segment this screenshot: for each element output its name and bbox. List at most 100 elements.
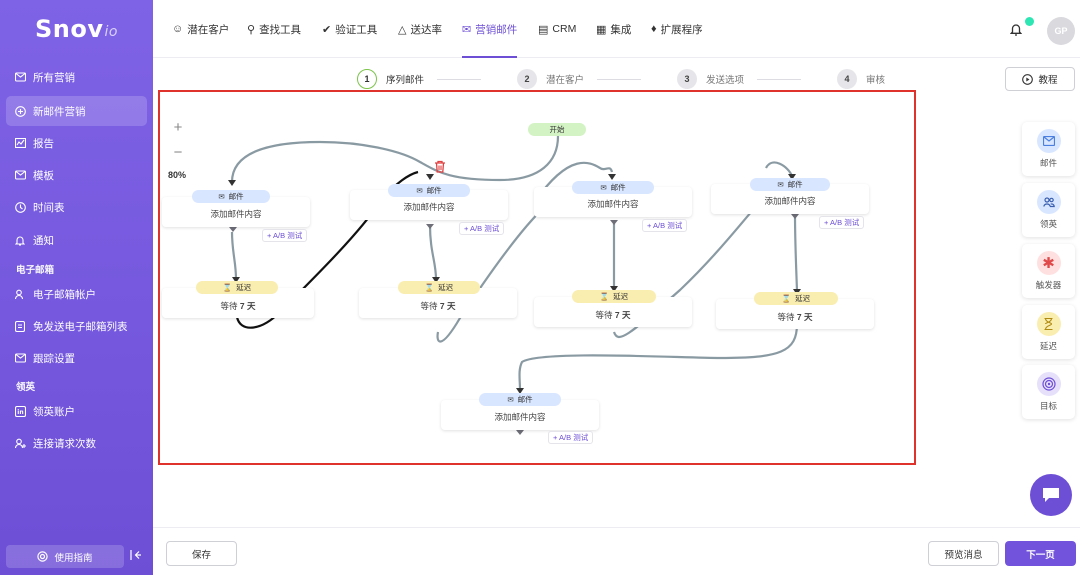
help-guide-button[interactable]: 使用指南 [6,545,124,568]
trash-icon[interactable] [434,160,448,174]
delay-unit: 天 [803,312,813,322]
step-review[interactable]: 4 审核 [837,69,885,89]
play-circle-icon [1022,73,1034,85]
sidebar-item-templates[interactable]: 模板 [6,160,147,190]
sidebar-item-label: 领英账户 [33,405,75,418]
delay-unit: 天 [446,301,456,311]
nav-finder[interactable]: ⚲ 查找工具 [247,0,301,58]
zoom-out-button[interactable]: − [168,142,188,162]
tool-linkedin[interactable]: 领英 [1022,183,1075,237]
delay-caption: 等待 7 天 [534,309,692,321]
sidebar-section-email: 电子邮箱 [16,265,55,276]
snovio-logo[interactable]: Snov io [0,0,153,58]
sidebar-item-tracking-settings[interactable]: 跟踪设置 [6,343,147,373]
account-icon [14,288,26,300]
bell-icon[interactable] [1009,22,1023,41]
tool-delay[interactable]: 延迟 [1022,305,1075,359]
start-node[interactable]: 开始 [528,123,586,136]
hourglass-icon: ⌛ [424,283,435,292]
nav-label: 集成 [610,23,632,36]
nav-label: 潜在客户 [187,23,230,36]
sidebar-item-connection-requests[interactable]: 连接请求次数 [6,428,147,458]
mail-pill: ✉ 邮件 [192,190,270,203]
pill-label: 邮件 [787,180,803,189]
hourglass-icon: ⌛ [599,292,610,301]
list-icon [14,320,26,332]
hourglass-icon: ⌛ [222,283,233,292]
pill-label: 延迟 [236,283,252,292]
ab-test-button[interactable]: + A/B 测试 [642,219,688,232]
step-number: 1 [357,69,377,89]
sidebar-item-reports[interactable]: 报告 [6,128,147,158]
tool-trigger[interactable]: ✱ 触发器 [1022,244,1075,298]
mail-pill: ✉ 邮件 [572,181,654,194]
tutorial-button[interactable]: 教程 [1005,67,1075,91]
sidebar-item-linkedin-accounts[interactable]: in 领英账户 [6,396,147,426]
sidebar-item-new-campaign[interactable]: 新邮件营销 [6,96,147,126]
next-button[interactable]: 下一页 [1005,541,1076,566]
sidebar-item-label: 时间表 [33,201,65,214]
mail-caption: 添加邮件内容 [764,196,816,206]
sidebar-item-email-accounts[interactable]: 电子邮箱帐户 [6,279,147,309]
plus-circle-icon [14,105,26,117]
avatar[interactable]: GP [1047,17,1075,45]
step-sending-options[interactable]: 3 发送选项 [677,69,744,89]
notification-dot [1025,17,1034,26]
nav-integrations[interactable]: ▦ 集成 [596,0,631,58]
puzzle-icon: ♦ [651,23,657,35]
sidebar-item-schedule[interactable]: 时间表 [6,192,147,222]
tutorial-label: 教程 [1038,75,1058,86]
ab-test-button[interactable]: + A/B 测试 [819,216,865,229]
delay-prefix: 等待 [220,301,238,311]
step-sequence[interactable]: 1 序列邮件 [357,69,424,89]
tool-email[interactable]: 邮件 [1022,122,1075,176]
sidebar-item-label: 新邮件营销 [33,105,86,118]
target-icon [1036,372,1061,396]
nav-extensions[interactable]: ♦ 扩展程序 [651,0,703,58]
ab-test-button[interactable]: + A/B 测试 [262,229,308,242]
sidebar-item-label: 通知 [33,234,54,247]
preview-message-button[interactable]: 预览消息 [928,541,999,566]
svg-text:in: in [17,409,23,416]
pill-label: 邮件 [426,186,442,195]
sidebar-item-notifications[interactable]: 通知 [6,225,147,255]
nav-deliverability[interactable]: △ 送达率 [398,0,442,58]
sequence-canvas[interactable]: + − 80% 开始 添加邮件内容 ✉ 邮件 + A/B 测试 添加邮件内容 ✉ 邮… [158,90,916,465]
collapse-sidebar-icon[interactable] [130,549,141,563]
delay-days: 7 [239,301,245,311]
help-guide-label: 使用指南 [54,552,93,564]
sidebar-item-all-campaigns[interactable]: 所有营销 [6,62,147,92]
nav-verifier[interactable]: ✔ 验证工具 [322,0,377,58]
step-prospects[interactable]: 2 潜在客户 [517,69,584,89]
sidebar-item-label: 电子邮箱帐户 [33,288,96,301]
tool-label: 邮件 [1039,158,1057,168]
sidebar-item-label: 跟踪设置 [33,352,75,365]
delay-caption: 等待 7 天 [359,300,517,312]
tool-goal[interactable]: 目标 [1022,365,1075,419]
tool-label: 领英 [1039,219,1057,229]
zoom-level: 80% [168,170,187,180]
nav-email-campaigns[interactable]: ✉ 营销邮件 [462,0,518,58]
tool-label: 目标 [1039,401,1057,411]
delay-caption: 等待 7 天 [162,300,314,312]
chat-support-button[interactable] [1030,474,1072,516]
pill-label: 延迟 [795,294,811,303]
mail-pill: ✉ 邮件 [388,184,470,197]
step-number: 2 [517,69,537,89]
step-connector [597,79,641,80]
step-label: 序列邮件 [386,75,425,86]
ab-test-button[interactable]: + A/B 测试 [548,431,594,444]
template-icon [14,169,26,181]
sidebar-item-do-not-email[interactable]: 免发送电子邮箱列表 [6,311,147,341]
logo-text: Snov [35,15,104,43]
zoom-in-button[interactable]: + [168,117,188,137]
mail-pill: ✉ 邮件 [750,178,830,191]
nav-crm[interactable]: ▤ CRM [538,0,576,58]
save-button[interactable]: 保存 [166,541,237,566]
delay-pill: ⌛ 延迟 [754,292,838,305]
bell-icon [14,234,26,246]
clock-icon [14,201,26,213]
nav-prospects[interactable]: ☺ 潜在客户 [172,0,229,58]
pill-label: 延迟 [613,292,629,301]
ab-test-button[interactable]: + A/B 测试 [459,222,505,235]
